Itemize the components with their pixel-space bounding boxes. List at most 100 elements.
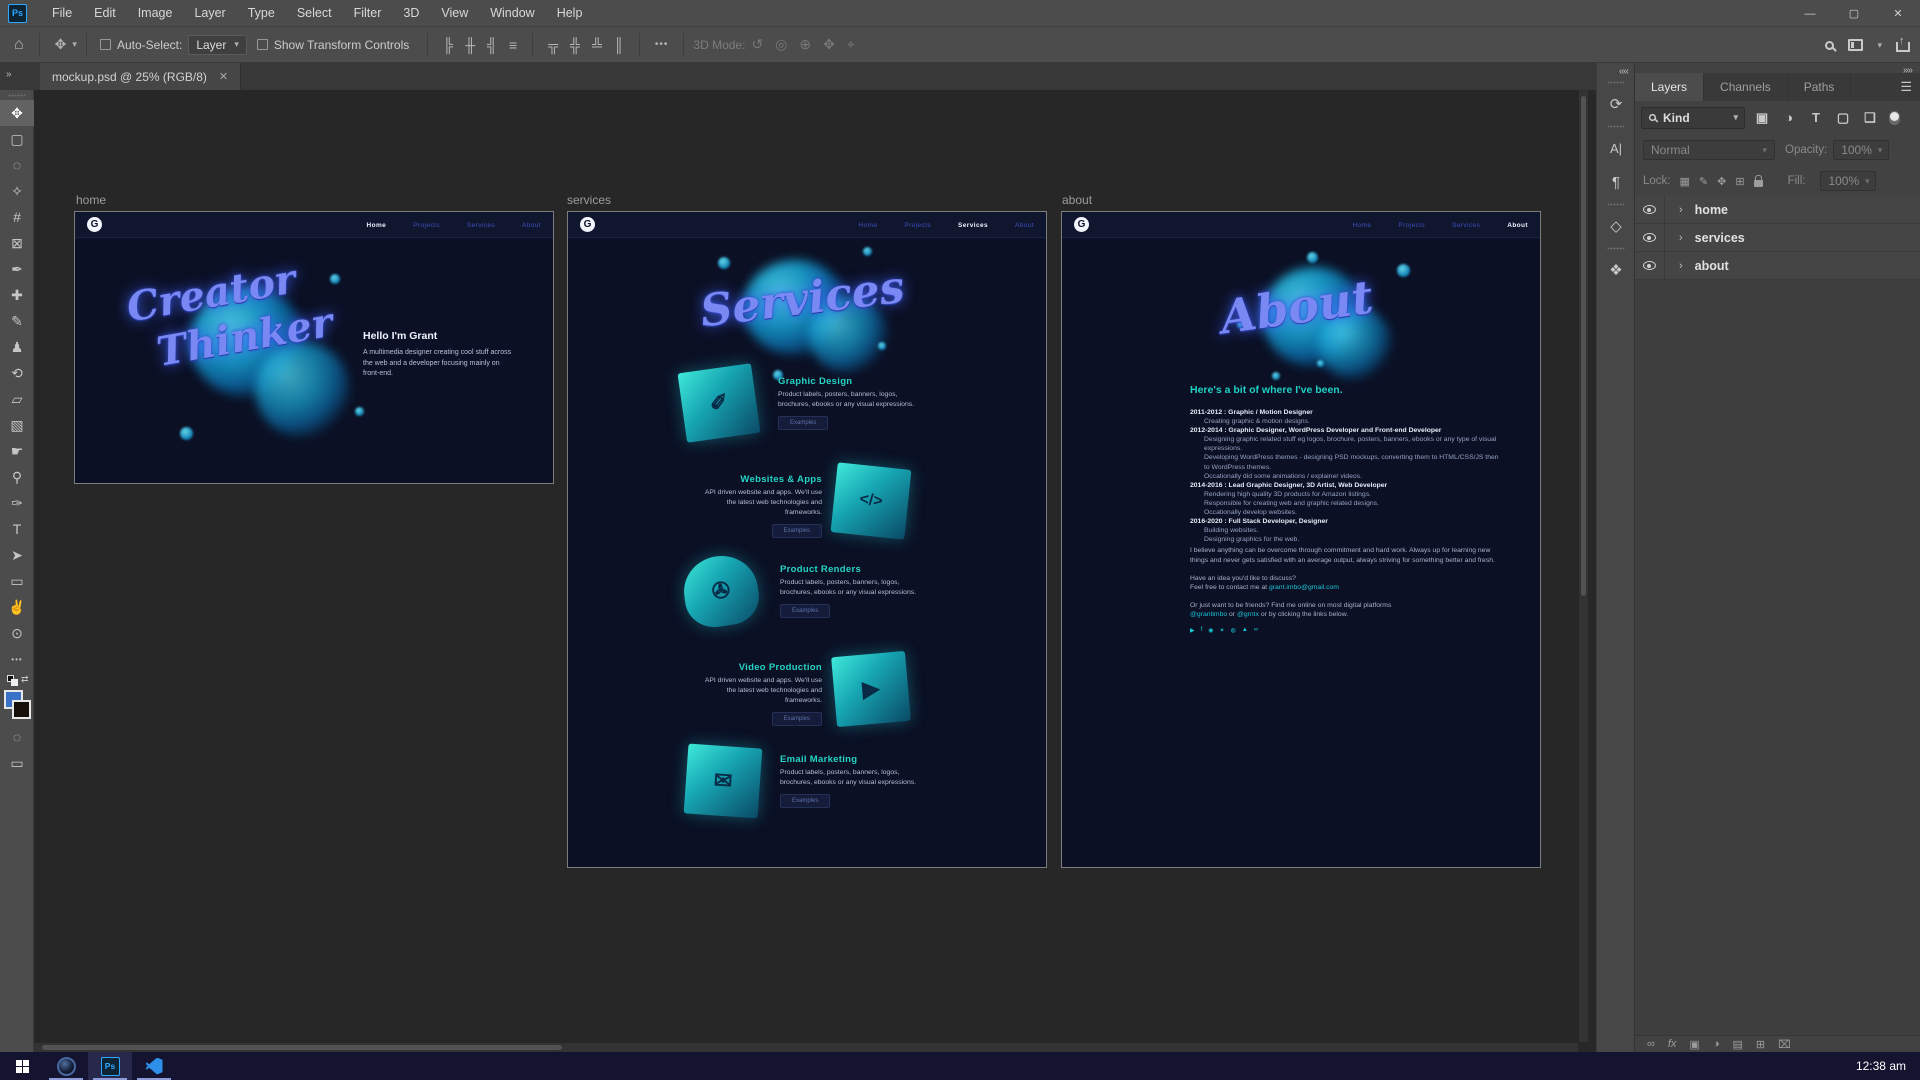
artboard-label-home[interactable]: home (76, 193, 106, 207)
history-brush-tool[interactable]: ⟲ (0, 360, 34, 386)
move-tool[interactable]: ✥ (0, 100, 34, 126)
filter-smart-objects-icon[interactable]: ❏ (1860, 110, 1880, 126)
menu-help[interactable]: Help (546, 0, 594, 27)
artboard-services[interactable]: G Home Projects Services About Services … (567, 211, 1047, 868)
filter-type-layers-icon[interactable]: T (1806, 110, 1826, 125)
document-tab[interactable]: mockup.psd @ 25% (RGB/8) ✕ (40, 63, 241, 90)
history-panel-icon[interactable]: ⟳ (1597, 87, 1635, 121)
document-tab-close-icon[interactable]: ✕ (219, 70, 228, 83)
screen-mode-button[interactable]: ▭ (0, 750, 34, 776)
search-icon[interactable] (1825, 41, 1834, 50)
layer-effects-icon[interactable]: fx (1668, 1038, 1677, 1050)
filter-shape-layers-icon[interactable]: ▢ (1833, 110, 1853, 126)
expand-chevron-icon[interactable]: › (1679, 232, 1683, 244)
filter-adjustment-layers-icon[interactable]: ◑ (1779, 110, 1799, 125)
artboard-label-about[interactable]: about (1062, 193, 1092, 207)
default-colors-control[interactable]: ⇄ (0, 672, 34, 688)
layer-mask-icon[interactable]: ▣ (1689, 1038, 1699, 1051)
menu-type[interactable]: Type (237, 0, 286, 27)
menu-filter[interactable]: Filter (343, 0, 393, 27)
visibility-toggle[interactable] (1635, 252, 1665, 280)
share-icon[interactable] (1896, 38, 1910, 52)
layer-row-services[interactable]: › services (1635, 224, 1920, 252)
artboard-label-services[interactable]: services (567, 193, 611, 207)
menu-file[interactable]: File (41, 0, 83, 27)
smudge-tool[interactable]: ☛ (0, 438, 34, 464)
swap-colors-icon[interactable]: ⇄ (21, 674, 29, 685)
align-top-edges-icon[interactable]: ╦ (542, 37, 564, 53)
menu-image[interactable]: Image (127, 0, 184, 27)
taskbar-clock[interactable]: 12:38 am (1856, 1059, 1906, 1073)
more-align-options-icon[interactable]: ••• (649, 39, 675, 50)
align-horizontal-centers-icon[interactable]: ╫ (459, 37, 481, 53)
distribute-vertical-icon[interactable]: ║ (608, 37, 630, 53)
align-left-edges-icon[interactable]: ╠ (437, 37, 459, 53)
eyedropper-tool[interactable]: ✒ (0, 256, 34, 282)
type-tool[interactable]: T (0, 516, 34, 542)
background-color-swatch[interactable] (12, 700, 31, 719)
frame-tool[interactable]: ⊠ (0, 230, 34, 256)
menu-window[interactable]: Window (479, 0, 545, 27)
workspace-chevron-icon[interactable]: ▾ (1877, 40, 1882, 51)
new-group-icon[interactable]: ▤ (1732, 1038, 1742, 1051)
align-bottom-edges-icon[interactable]: ╩ (586, 37, 608, 53)
3d-panel-icon[interactable]: ◇ (1597, 209, 1635, 243)
pen-tool[interactable]: ✑ (0, 490, 34, 516)
character-panel-icon[interactable]: A| (1597, 131, 1635, 165)
taskbar-vscode-button[interactable] (132, 1052, 176, 1080)
vertical-scrollbar[interactable] (1579, 90, 1588, 1042)
filter-toggle[interactable] (1889, 111, 1900, 125)
delete-layer-icon[interactable]: ⌧ (1778, 1038, 1791, 1051)
object-selection-tool[interactable]: ✧ (0, 178, 34, 204)
paragraph-panel-icon[interactable]: ¶ (1597, 165, 1635, 199)
tool-preset-chevron-icon[interactable]: ▾ (72, 39, 77, 50)
menu-edit[interactable]: Edit (83, 0, 127, 27)
taskbar-photoshop-button[interactable]: Ps (88, 1052, 132, 1080)
auto-select-checkbox[interactable] (100, 39, 111, 50)
horizontal-scrollbar-thumb[interactable] (42, 1045, 562, 1050)
marquee-tool[interactable]: ▢ (0, 126, 34, 152)
start-button[interactable] (0, 1052, 44, 1080)
eraser-tool[interactable]: ▱ (0, 386, 34, 412)
maximize-button[interactable]: ▢ (1832, 0, 1876, 27)
workspace-switcher-icon[interactable] (1848, 39, 1863, 51)
clone-stamp-tool[interactable]: ♟ (0, 334, 34, 360)
new-layer-icon[interactable]: ⊞ (1756, 1038, 1765, 1051)
filter-kind-dropdown[interactable]: Kind ▾ (1641, 107, 1745, 129)
healing-brush-tool[interactable]: ✚ (0, 282, 34, 308)
menu-3d[interactable]: 3D (392, 0, 430, 27)
zoom-tool[interactable]: ⊙ (0, 620, 34, 646)
layer-row-about[interactable]: › about (1635, 252, 1920, 280)
lasso-tool[interactable]: ◌ (0, 152, 34, 178)
tab-channels[interactable]: Channels (1704, 73, 1788, 101)
artboard-home[interactable]: G Home Projects Services About Creator T… (74, 211, 554, 484)
visibility-toggle[interactable] (1635, 224, 1665, 252)
toolbar-collapse-icon[interactable]: » (6, 69, 11, 80)
align-vertical-centers-icon[interactable]: ╬ (564, 37, 586, 53)
taskbar-cinema4d-button[interactable] (44, 1052, 88, 1080)
panel-menu-icon[interactable]: ☰ (1900, 79, 1912, 95)
properties-panel-icon[interactable]: ❖ (1597, 253, 1635, 287)
expand-chevron-icon[interactable]: › (1679, 260, 1683, 272)
crop-tool[interactable]: # (0, 204, 34, 230)
layer-row-home[interactable]: › home (1635, 196, 1920, 224)
tab-layers[interactable]: Layers (1635, 73, 1704, 101)
canvas-pasteboard[interactable]: home G Home Projects Services About Crea… (34, 90, 1588, 1052)
artboard-about[interactable]: G Home Projects Services About About Her… (1061, 211, 1541, 868)
menu-select[interactable]: Select (286, 0, 343, 27)
minimize-button[interactable]: — (1788, 0, 1832, 27)
gradient-tool[interactable]: ▧ (0, 412, 34, 438)
tab-paths[interactable]: Paths (1788, 73, 1852, 101)
expand-chevron-icon[interactable]: › (1679, 204, 1683, 216)
align-right-edges-icon[interactable]: ╣ (481, 37, 503, 53)
brush-tool[interactable]: ✎ (0, 308, 34, 334)
home-screen-icon[interactable]: ⌂ (8, 36, 30, 54)
path-selection-tool[interactable]: ➤ (0, 542, 34, 568)
visibility-toggle[interactable] (1635, 196, 1665, 224)
horizontal-scrollbar[interactable] (34, 1043, 1578, 1052)
dock-collapse-icon[interactable]: «« (1597, 63, 1634, 77)
link-layers-icon[interactable]: ∞ (1647, 1038, 1655, 1050)
quick-mask-button[interactable]: ◌ (0, 724, 34, 750)
menu-view[interactable]: View (430, 0, 479, 27)
vertical-scrollbar-thumb[interactable] (1581, 96, 1586, 596)
